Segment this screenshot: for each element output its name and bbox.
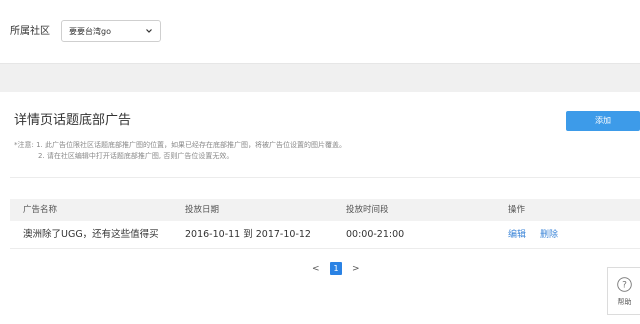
add-button[interactable]: 添加 [566,111,640,131]
time-slot-cell: 00:00-21:00 [346,229,405,240]
table-row: 澳洲除了UGG，还有这些值得买 2016-10-11 到 2017-10-12 … [10,221,640,249]
column-header-dates: 投放日期 [185,205,220,215]
page-title: 详情页话题底部广告 [14,113,132,128]
filter-panel: 所属社区 要要台湾go [0,0,640,64]
notice-line-2: 2. 请在社区编辑中打开话题底部推广图, 否则广告位设置无效。 [38,152,234,160]
table-header: 广告名称 投放日期 投放时间段 操作 [10,199,640,221]
pagination-page-current[interactable]: 1 [330,262,342,275]
edit-link[interactable]: 编辑 [508,229,526,241]
help-icon-glyph: ? [622,281,627,291]
column-header-actions: 操作 [508,205,526,215]
column-header-time-slot: 投放时间段 [346,205,389,215]
community-label: 所属社区 [10,26,50,37]
ad-settings-panel: 详情页话题底部广告 添加 *注意: 1. 此广告位限社区话题底部推广图的位置，如… [0,92,640,324]
column-header-ad-name: 广告名称 [23,205,58,215]
section-divider [10,177,640,178]
help-button[interactable]: ? 帮助 [607,267,640,315]
pagination-next[interactable]: > [352,263,360,275]
notice-line-1: *注意: 1. 此广告位限社区话题底部推广图的位置，如果已经存在底部推广图，将被… [14,141,346,149]
ad-name-cell: 澳洲除了UGG，还有这些值得买 [23,229,159,240]
help-label: 帮助 [617,298,632,306]
community-select-value: 要要台湾go [69,27,111,36]
date-range-cell: 2016-10-11 到 2017-10-12 [185,229,311,240]
chevron-down-icon [146,29,152,33]
community-select[interactable]: 要要台湾go [61,20,161,42]
pagination-prev[interactable]: < [312,263,320,275]
question-circle-icon: ? [617,277,632,292]
delete-link[interactable]: 删除 [540,229,558,241]
